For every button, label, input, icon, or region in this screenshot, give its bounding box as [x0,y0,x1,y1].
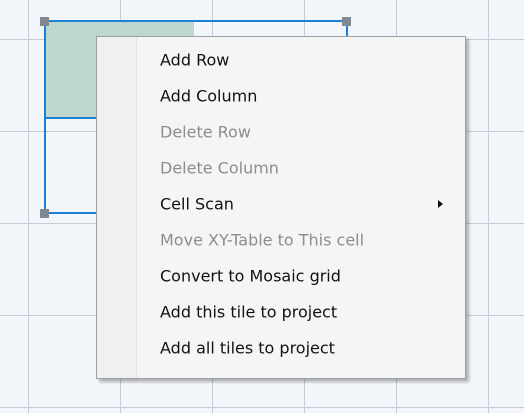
submenu-arrow-icon [438,200,443,208]
menu-item-add-all-tiles[interactable]: Add all tiles to project [99,331,463,365]
resize-handle-top-right[interactable] [342,17,351,26]
menu-item-label: Move XY-Table to This cell [160,230,365,250]
menu-item-label: Add all tiles to project [160,338,335,358]
menu-item-delete-column: Delete Column [99,151,463,185]
menu-item-add-row[interactable]: Add Row [99,43,463,77]
menu-item-label: Delete Column [160,158,279,178]
menu-item-cell-scan[interactable]: Cell Scan [99,187,463,221]
menu-item-label: Cell Scan [160,194,234,214]
context-menu: Add Row Add Column Delete Row Delete Col… [96,36,466,379]
selection-border-bottom [44,212,96,214]
menu-item-label: Add Column [160,86,258,106]
selection-border-middle [44,117,96,119]
resize-handle-bottom-left[interactable] [40,209,49,218]
menu-item-add-this-tile[interactable]: Add this tile to project [99,295,463,329]
menu-item-label: Add Row [160,50,230,70]
menu-item-move-xy-table: Move XY-Table to This cell [99,223,463,257]
menu-item-delete-row: Delete Row [99,115,463,149]
menu-item-label: Delete Row [160,122,251,142]
menu-item-label: Add this tile to project [160,302,338,322]
menu-item-add-column[interactable]: Add Column [99,79,463,113]
selection-border-top [44,20,348,22]
resize-handle-top-left[interactable] [40,17,49,26]
menu-item-convert-to-mosaic-grid[interactable]: Convert to Mosaic grid [99,259,463,293]
menu-item-label: Convert to Mosaic grid [160,266,341,286]
